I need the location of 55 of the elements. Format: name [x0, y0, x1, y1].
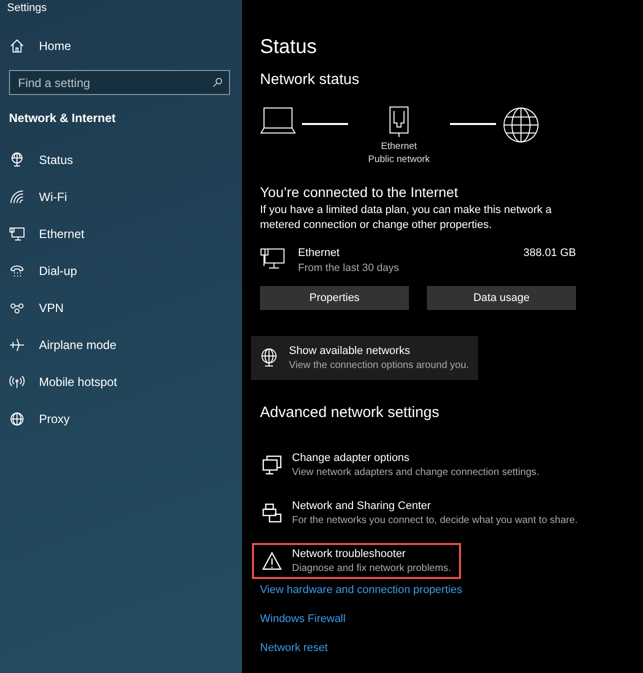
page-title: Status	[260, 36, 318, 59]
monitor-icon	[262, 455, 282, 475]
section-heading: Advanced network settings	[260, 404, 440, 421]
option-description: Diagnose and fix network problems.	[292, 563, 451, 574]
connection-name: Ethernet	[298, 247, 341, 259]
sidebar-item[interactable]: Status	[39, 152, 74, 166]
ethernet-icon	[9, 226, 25, 242]
usage-period: From the last 30 days	[298, 262, 400, 274]
sidebar-item[interactable]: Wi-Fi	[39, 190, 67, 204]
card-description: View the connection options around you.	[289, 360, 469, 371]
ethernet-icon	[260, 247, 286, 271]
settings-link[interactable]: View hardware and connection properties	[260, 584, 643, 596]
network-type-label: Public network	[367, 153, 431, 166]
phone-icon	[9, 262, 25, 278]
connection-heading: You’re connected to the Internet	[260, 184, 459, 200]
home-icon	[9, 38, 25, 54]
settings-link[interactable]: Network reset	[260, 642, 643, 654]
laptop-icon	[260, 106, 296, 136]
card-title: Show available networks	[289, 345, 412, 357]
home-link[interactable]: Home	[39, 39, 72, 53]
globe-monitor-icon	[259, 348, 279, 368]
settings-option[interactable]: Change adapter options View network adapters and change connection settings.	[252, 447, 550, 483]
search-icon	[212, 77, 223, 88]
warning-icon	[262, 551, 282, 571]
sidebar-item[interactable]: Dial-up	[39, 264, 78, 278]
sidebar-item[interactable]: Proxy	[39, 412, 70, 426]
option-title: Change adapter options	[292, 452, 410, 464]
option-description: View network adapters and change connection settings.	[292, 467, 540, 478]
sidebar-item[interactable]: Ethernet	[39, 226, 84, 240]
option-title: Network and Sharing Center	[292, 500, 432, 512]
available-networks-card[interactable]: Show available networks View the connection options around you.	[251, 336, 478, 380]
hotspot-icon	[9, 374, 25, 390]
ethernet-port-icon	[389, 106, 409, 140]
sidebar-item[interactable]: Mobile hotspot	[39, 374, 118, 388]
option-title: Network troubleshooter	[292, 548, 407, 560]
section-heading: Network status	[260, 71, 360, 88]
search-field[interactable]: Find a setting	[9, 70, 230, 95]
option-description: For the networks you connect to, decide what you want to share.	[292, 515, 578, 526]
sidebar-item[interactable]: Airplane mode	[39, 338, 116, 352]
wifi-icon	[9, 188, 25, 204]
settings-link[interactable]: Windows Firewall	[260, 613, 643, 625]
globe-icon	[502, 106, 540, 144]
action-button[interactable]: Properties	[260, 286, 409, 310]
airplane-icon	[9, 336, 25, 352]
sidebar-item[interactable]: VPN	[39, 300, 64, 314]
action-button[interactable]: Data usage	[427, 286, 576, 310]
section-heading: Network & Internet	[9, 111, 117, 125]
globe-icon	[9, 410, 25, 426]
connection-description: If you have a limited data plan, you can make this network a metered connection or change other properties.	[260, 203, 553, 233]
settings-option[interactable]: Network troubleshooter Diagnose and fix network problems.	[252, 543, 461, 579]
adapter-label: Ethernet	[380, 140, 418, 153]
data-amount: 388.01 GB	[523, 247, 576, 259]
globe-monitor-icon	[9, 152, 25, 168]
window-title: Settings	[7, 2, 48, 14]
settings-option[interactable]: Network and Sharing Center For the networks you connect to, decide what you want to share.	[252, 495, 588, 531]
